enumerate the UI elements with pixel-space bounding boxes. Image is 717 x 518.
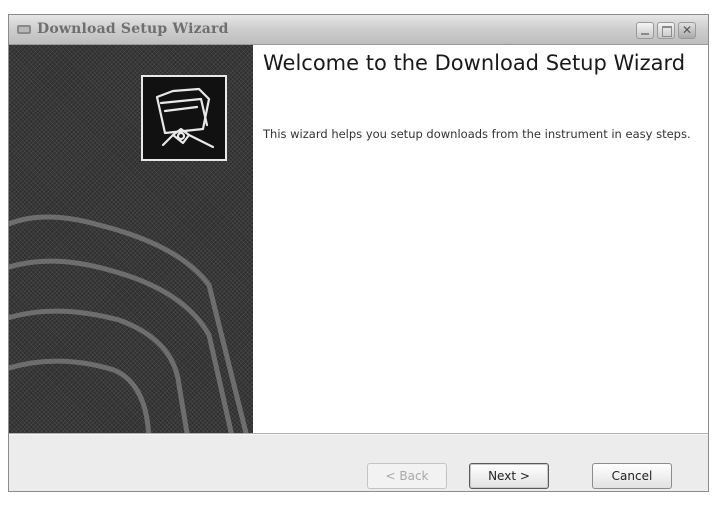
- wizard-sidebar-banner: [9, 45, 253, 433]
- close-icon: ✕: [681, 23, 693, 37]
- minimize-icon: [641, 33, 649, 35]
- wizard-footer: < Back Next > Cancel: [9, 435, 708, 491]
- wizard-description: This wizard helps you setup downloads fr…: [263, 127, 691, 141]
- window-title: Download Setup Wizard: [37, 21, 229, 37]
- cancel-button[interactable]: Cancel: [592, 463, 672, 489]
- close-button[interactable]: ✕: [678, 22, 696, 39]
- maximize-icon: [662, 26, 672, 37]
- next-button[interactable]: Next >: [469, 463, 549, 489]
- folder-cable-icon: [141, 75, 227, 161]
- app-icon: [17, 25, 31, 34]
- minimize-button[interactable]: [636, 22, 654, 39]
- wizard-window: Download Setup Wizard ✕ Welcome to the D…: [8, 14, 709, 492]
- maximize-button[interactable]: [657, 22, 675, 39]
- back-button[interactable]: < Back: [367, 463, 447, 489]
- title-bar[interactable]: Download Setup Wizard ✕: [9, 15, 708, 45]
- page-title: Welcome to the Download Setup Wizard: [263, 51, 686, 75]
- wizard-content: Welcome to the Download Setup Wizard Thi…: [253, 45, 708, 433]
